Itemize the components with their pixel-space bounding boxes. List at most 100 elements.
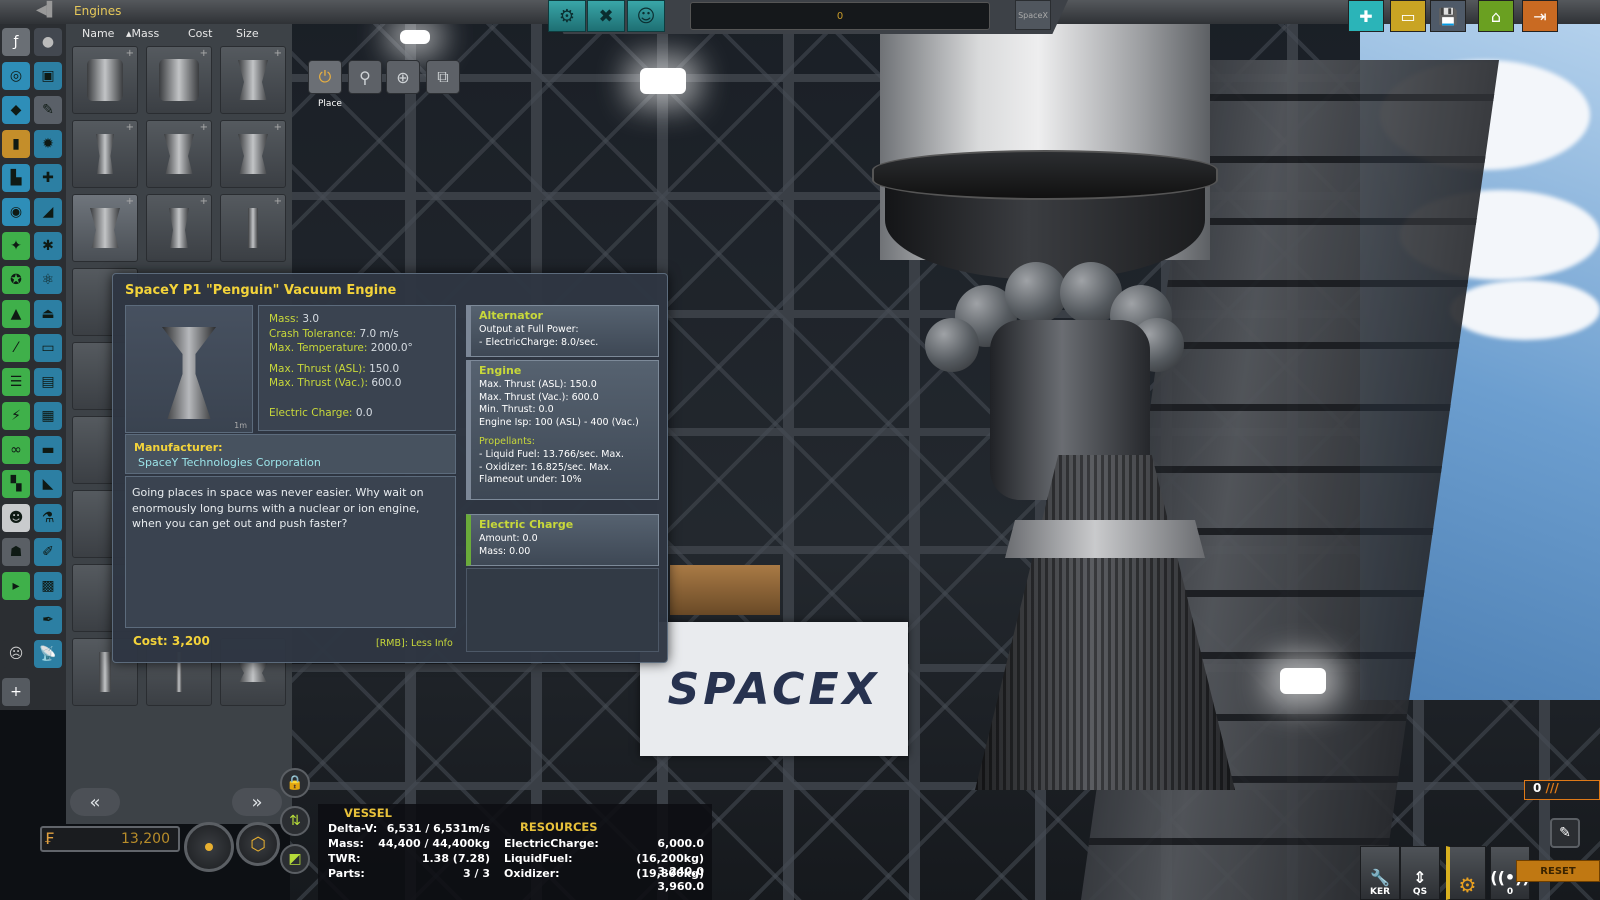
hex-snap-button[interactable]: ⬡ (236, 822, 280, 866)
filter-truck-icon[interactable]: ▚ (2, 470, 30, 498)
filter-panel-icon[interactable]: ▦ (34, 402, 62, 430)
filter-beaker-icon[interactable]: ⚗ (34, 504, 62, 532)
filter-aero-icon[interactable]: ◉ (2, 198, 30, 226)
place-power-icon[interactable]: ⏻ (308, 60, 342, 94)
filter-wing-icon[interactable]: ◢ (34, 198, 62, 226)
filter-brush-icon[interactable]: ✐ (34, 538, 62, 566)
part-tile[interactable]: + (220, 194, 286, 262)
part-tile-selected[interactable]: + (72, 194, 138, 262)
resource-label: LiquidFuel: (504, 852, 573, 865)
filter-robot-icon[interactable]: ☗ (2, 538, 30, 566)
lock-icon[interactable]: 🔒 (280, 768, 310, 798)
scale-label: 1m (234, 421, 247, 430)
collapse-parts-icon[interactable]: ◀▌ (36, 2, 62, 22)
filter-ladder-icon[interactable]: ☰ (2, 368, 30, 396)
filter-tool-icon[interactable]: ✎ (34, 96, 62, 124)
part-tile[interactable]: + (72, 46, 138, 114)
filter-bolt-icon[interactable]: ⚡ (2, 402, 30, 430)
offset-icon[interactable]: ⚲ (348, 60, 382, 94)
filter-grid-icon[interactable]: ▩ (34, 572, 62, 600)
flag-button[interactable]: SpaceX (1015, 0, 1051, 30)
part-tile[interactable]: + (220, 46, 286, 114)
sort-size[interactable]: Size (236, 27, 259, 40)
part-tile[interactable]: + (146, 120, 212, 188)
filter-slash-icon[interactable]: ⁄ (2, 334, 30, 362)
sort-mass[interactable]: ▴Mass (126, 27, 159, 40)
staging-button[interactable] (184, 822, 234, 872)
filter-engines-icon[interactable]: ▣ (34, 62, 62, 90)
filter-util-icon[interactable]: ✦ (2, 232, 30, 260)
symmetry-icon[interactable]: ⇅ (280, 806, 310, 836)
category-column: ƒ ● ◎ ▣ ◆ ✎ ▮ ✹ ▙ ✚ ◉ ◢ ✦ ✱ ✪ ⚛ ▲ ⏏ ⁄ ▭ … (0, 24, 66, 710)
filter-tank-icon[interactable]: ▮ (2, 130, 30, 158)
save-craft-button[interactable]: 💾 (1430, 0, 1466, 32)
filter-factory-icon[interactable]: ▙ (2, 164, 30, 192)
ker-button[interactable]: 🔧 KER (1360, 846, 1400, 900)
launch-button[interactable]: ⌂ (1478, 0, 1514, 32)
angle-snap-icon[interactable]: ◩ (280, 844, 310, 874)
filter-launcher-icon[interactable]: ▸ (2, 572, 30, 600)
sort-cost[interactable]: Cost (188, 27, 212, 40)
part-tile[interactable]: + (72, 120, 138, 188)
funds-icon: ₣ (44, 829, 55, 848)
page-next-button[interactable]: » (232, 788, 282, 816)
filter-antenna-icon[interactable]: 📡 (34, 640, 62, 668)
filter-rocket-icon[interactable]: ▲ (2, 300, 30, 328)
filter-misc-icon[interactable]: ✱ (34, 232, 62, 260)
filter-pods-icon[interactable]: ● (34, 28, 62, 56)
part-tile[interactable]: + (146, 46, 212, 114)
filter-atom-icon[interactable]: ⚛ (34, 266, 62, 294)
spacex-banner: SPACEX (640, 622, 908, 756)
page-prev-button[interactable]: « (70, 788, 120, 816)
sort-name[interactable]: Name (82, 27, 114, 40)
reset-button[interactable]: RESET (1516, 860, 1600, 882)
filter-cmd-icon[interactable]: ◆ (2, 96, 30, 124)
part-tile[interactable]: + (220, 120, 286, 188)
vab-button[interactable]: ⚙ (548, 0, 586, 32)
vessel-value: 1.38 (7.28) (421, 852, 490, 865)
filter-head-icon[interactable]: ☹ (2, 640, 30, 668)
vessel-value: 44,400 / 44,400kg (378, 837, 490, 850)
ship-name-field[interactable]: 0 (690, 2, 990, 30)
resource-value: (19,800kg) 3,960.0 (636, 867, 704, 893)
part-description: Going places in space was never easier. … (125, 476, 456, 628)
ker-panel: VESSEL RESOURCES Delta-V: 6,531 / 6,531m… (318, 804, 712, 900)
filter-squad-icon[interactable]: ☻ (2, 504, 30, 532)
filter-link-icon[interactable]: ∞ (2, 436, 30, 464)
tools-button[interactable]: ✖ (587, 0, 625, 32)
resource-label: Oxidizer: (504, 867, 560, 880)
add-filter-icon[interactable]: + (2, 678, 30, 706)
resources-header: RESOURCES (520, 820, 598, 834)
filter-gear-icon[interactable]: ✹ (34, 130, 62, 158)
stage-icon[interactable]: ✎ (1550, 818, 1580, 848)
resource-value: 6,000.0 (657, 837, 704, 850)
filter-science-icon[interactable]: ✪ (2, 266, 30, 294)
filter-fuel-icon[interactable]: ◎ (2, 62, 30, 90)
crew-button[interactable]: ☺ (627, 0, 665, 32)
filter-plate-icon[interactable]: ▬ (34, 436, 62, 464)
load-craft-button[interactable]: ▭ (1390, 0, 1426, 32)
cloud (1450, 280, 1600, 340)
floodlight (400, 30, 430, 44)
resource-label: ElectricCharge: (504, 837, 599, 850)
filter-frame-icon[interactable]: ▤ (34, 368, 62, 396)
filter-function-icon[interactable]: ƒ (2, 28, 30, 56)
root-icon[interactable]: ⧉ (426, 60, 460, 94)
vessel-label: TWR: (328, 852, 361, 865)
vessel-value: 3 / 3 (463, 867, 490, 880)
filter-pin-icon[interactable]: ✒ (34, 606, 62, 634)
module-electric-charge: Electric Charge Amount: 0.0 Mass: 0.00 (466, 514, 659, 566)
filter-pipe-icon[interactable]: ◣ (34, 470, 62, 498)
category-title: Engines (74, 4, 122, 18)
filter-bay-icon[interactable]: ▭ (34, 334, 62, 362)
rotate-icon[interactable]: ⊕ (386, 60, 420, 94)
tank-ring (872, 150, 1218, 200)
rmb-hint: [RMB]: Less Info (376, 638, 453, 649)
filter-struct-icon[interactable]: ✚ (34, 164, 62, 192)
part-tile[interactable]: + (146, 194, 212, 262)
exit-button[interactable]: ⇥ (1522, 0, 1558, 32)
new-craft-button[interactable]: ✚ (1348, 0, 1384, 32)
qs-button[interactable]: ⇕ QS (1400, 846, 1440, 900)
filter-nozzle-icon[interactable]: ⏏ (34, 300, 62, 328)
settings-button[interactable]: ⚙ (1446, 846, 1486, 900)
